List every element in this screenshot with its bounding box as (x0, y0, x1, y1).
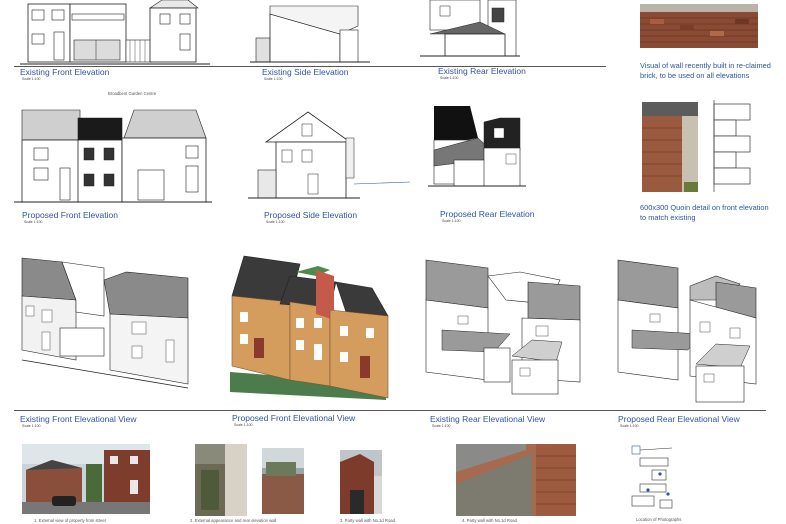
photo-caption-5: Location of Photographs (636, 517, 682, 522)
photo-caption-4: 4. Party wall with No.1d Road (462, 518, 517, 523)
photo-caption-1: 1. External view of property from street (34, 518, 106, 523)
photo-caption-3: 3. Party wall with No.1d Road (340, 518, 395, 523)
photo-caption-2: 2. External appearance and rear elevatio… (190, 518, 277, 523)
